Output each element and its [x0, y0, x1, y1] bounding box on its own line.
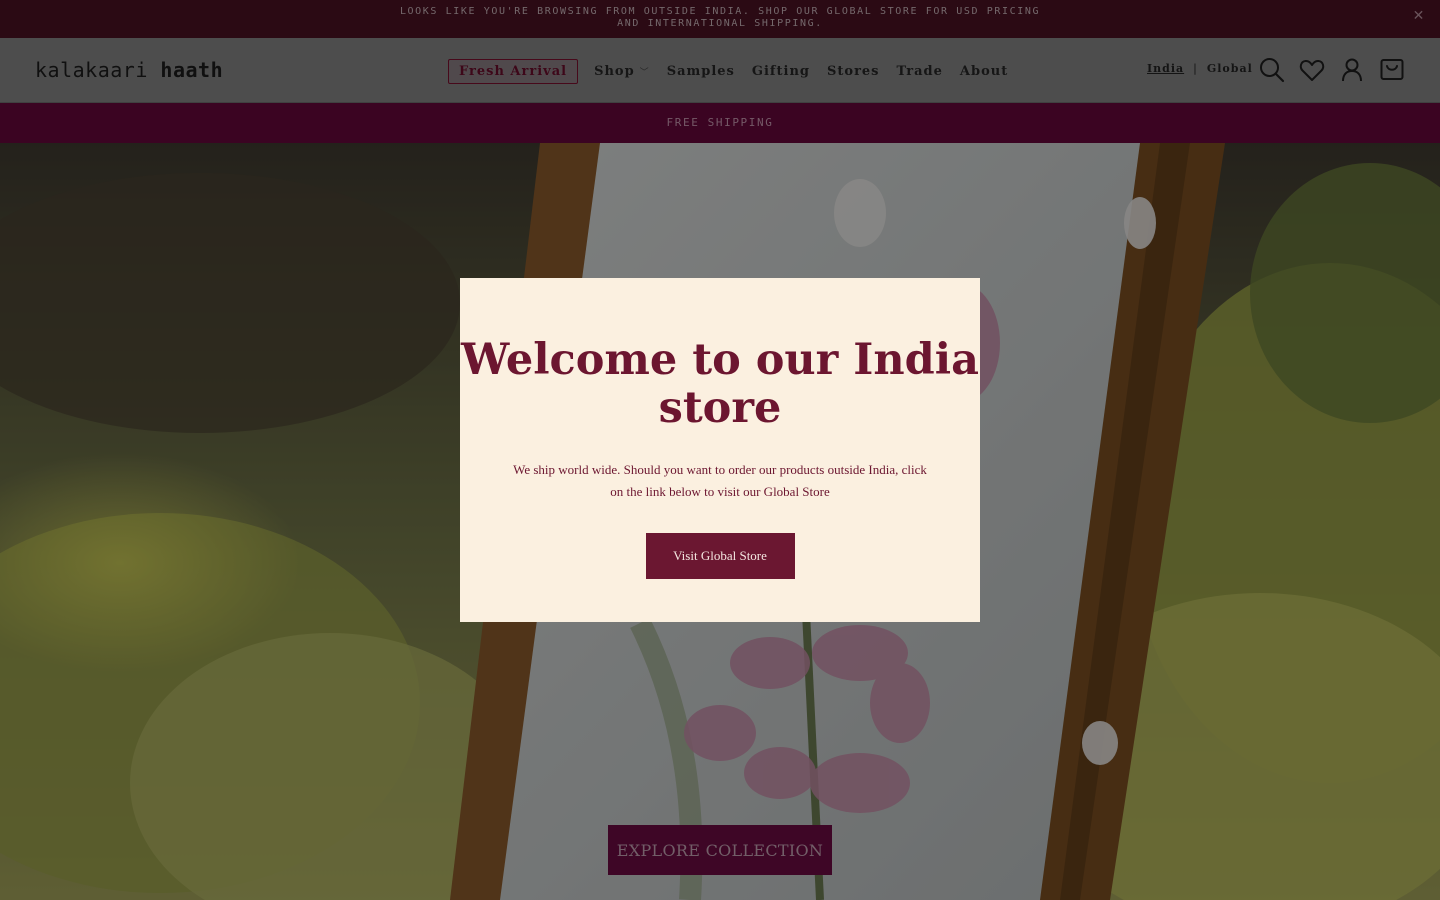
modal-body: We ship world wide. Should you want to o…: [513, 462, 927, 499]
heart-icon[interactable]: [1298, 56, 1326, 84]
chevron-down-icon: ﹀: [639, 68, 650, 78]
logo-bold: haath: [160, 58, 224, 82]
shipping-bar: FREE SHIPPING: [0, 103, 1440, 143]
announcement-text: LOOKS LIKE YOU'RE BROWSING FROM OUTSIDE …: [399, 6, 1041, 29]
region-global-link[interactable]: Global: [1207, 62, 1253, 75]
close-icon[interactable]: ✕: [1413, 9, 1426, 23]
region-india-link[interactable]: India: [1147, 62, 1184, 75]
announcement-bar: LOOKS LIKE YOU'RE BROWSING FROM OUTSIDE …: [0, 0, 1440, 38]
shipping-text: FREE SHIPPING: [666, 116, 774, 129]
nav-stores[interactable]: Stores: [827, 64, 880, 79]
nav-trade[interactable]: Trade: [897, 64, 943, 79]
region-modal: Welcome to our India store We ship world…: [460, 278, 980, 622]
nav-gifting[interactable]: Gifting: [752, 64, 810, 79]
modal-title: Welcome to our India store: [461, 335, 979, 433]
region-switcher: India | Global: [1147, 62, 1253, 75]
main-nav: Fresh Arrival Shop ﹀ Samples Gifting Sto…: [448, 59, 1025, 84]
site-header: kalakaari haath Fresh Arrival Shop ﹀ Sam…: [0, 38, 1440, 103]
cart-icon[interactable]: [1378, 56, 1406, 84]
nav-about[interactable]: About: [960, 64, 1008, 79]
logo[interactable]: kalakaari haath: [35, 58, 223, 82]
logo-light: kalakaari: [35, 58, 148, 82]
nav-samples[interactable]: Samples: [667, 64, 735, 79]
explore-collection-button[interactable]: EXPLORE COLLECTION: [608, 825, 832, 875]
nav-shop-label: Shop: [594, 64, 635, 79]
nav-shop[interactable]: Shop ﹀: [594, 64, 650, 79]
region-separator: |: [1193, 62, 1198, 75]
search-icon[interactable]: [1258, 56, 1286, 84]
nav-fresh-arrival[interactable]: Fresh Arrival: [448, 59, 579, 84]
user-icon[interactable]: [1338, 56, 1366, 84]
visit-global-store-button[interactable]: Visit Global Store: [645, 533, 795, 579]
header-icons: [1258, 56, 1418, 84]
